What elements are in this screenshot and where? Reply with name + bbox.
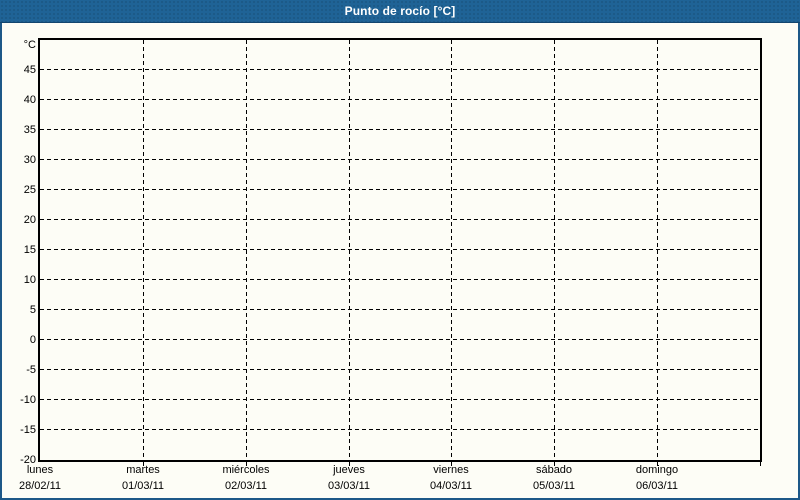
v-gridline xyxy=(143,40,144,460)
y-tick-label: 30 xyxy=(23,154,36,166)
y-tick-label: 40 xyxy=(23,94,36,106)
v-gridline xyxy=(349,40,350,460)
y-tick-label: 0 xyxy=(29,334,36,346)
y-tick-label: 15 xyxy=(23,244,36,256)
h-gridline xyxy=(40,129,760,130)
title-bar: Punto de rocío [°C] xyxy=(0,0,800,23)
h-gridline xyxy=(40,309,760,310)
v-gridline xyxy=(657,40,658,460)
chart-window: Punto de rocío [°C] °C 45 40 35 30 25 20 15 10 5… xyxy=(0,0,800,500)
h-gridline xyxy=(40,429,760,430)
y-tick-label: 20 xyxy=(23,214,36,226)
chart-title: Punto de rocío [°C] xyxy=(344,4,456,18)
y-tick-label: 25 xyxy=(23,184,36,196)
x-day-label: martes xyxy=(126,464,160,476)
chart-canvas: °C 45 40 35 30 25 20 15 10 5 0 -5 -10 -15 -20 lunes 28/… xyxy=(0,22,800,500)
v-gridline xyxy=(554,40,555,460)
x-date-label: 03/03/11 xyxy=(327,480,370,492)
y-tick-label: 45 xyxy=(23,64,36,76)
h-gridline xyxy=(40,369,760,370)
y-axis-unit-label: °C xyxy=(23,39,36,51)
h-gridline xyxy=(40,219,760,220)
x-date-label: 02/03/11 xyxy=(224,480,267,492)
x-date-label: 28/02/11 xyxy=(18,480,61,492)
y-tick-label: -5 xyxy=(26,364,36,376)
x-date-label: 04/03/11 xyxy=(429,480,472,492)
h-gridline xyxy=(40,279,760,280)
v-gridline xyxy=(451,40,452,460)
x-date-label: 06/03/11 xyxy=(635,480,678,492)
x-date-label: 01/03/11 xyxy=(121,480,164,492)
x-day-label: sábado xyxy=(535,464,573,476)
h-gridline xyxy=(40,69,760,70)
h-gridline xyxy=(40,189,760,190)
x-day-label: viernes xyxy=(433,464,469,476)
x-tick-mark xyxy=(760,462,761,466)
y-tick-label: -15 xyxy=(20,424,36,436)
y-tick-label: 5 xyxy=(29,304,36,316)
x-day-label: lunes xyxy=(26,464,54,476)
h-gridline xyxy=(40,399,760,400)
y-tick-label: 10 xyxy=(23,274,36,286)
h-gridline xyxy=(40,249,760,250)
y-tick-label: -10 xyxy=(20,394,36,406)
x-day-label: domingo xyxy=(635,464,679,476)
v-gridline xyxy=(246,40,247,460)
h-gridline xyxy=(40,339,760,340)
x-day-label: miércoles xyxy=(222,464,270,476)
x-date-label: 05/03/11 xyxy=(532,480,575,492)
y-tick-label: 35 xyxy=(23,124,36,136)
h-gridline xyxy=(40,159,760,160)
x-day-label: jueves xyxy=(333,464,365,476)
h-gridline xyxy=(40,99,760,100)
plot-area xyxy=(38,38,762,462)
